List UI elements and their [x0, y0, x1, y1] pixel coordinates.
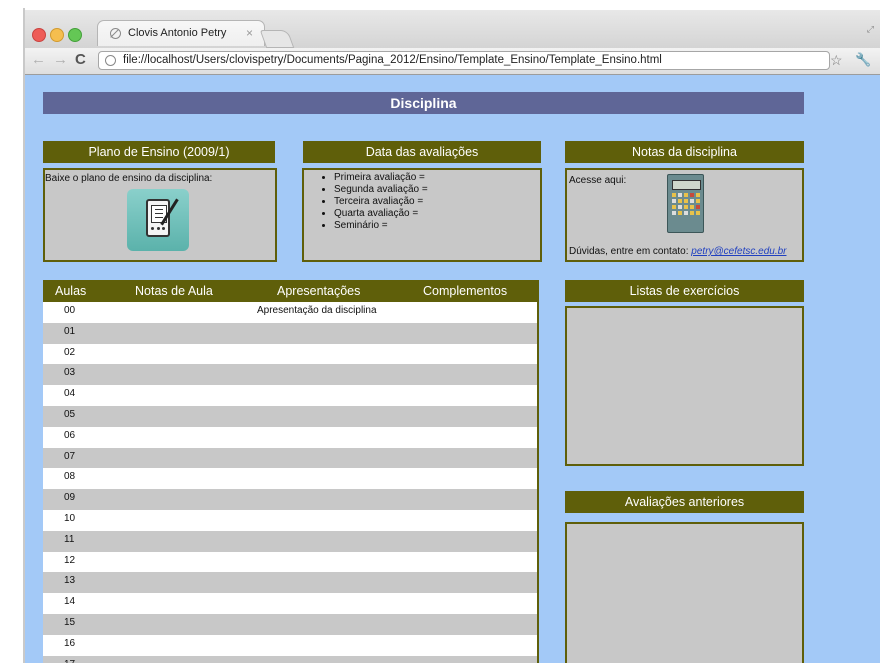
table-row: 02 — [43, 343, 537, 365]
aula-number: 17 — [64, 659, 75, 663]
listas-header: Listas de exercícios — [565, 280, 804, 302]
table-row: 14 — [43, 593, 537, 614]
notas-box: Acesse aqui: Dúvidas, entre em contato: … — [565, 168, 804, 262]
desktop-margin — [0, 0, 25, 663]
table-row: 17 — [43, 655, 537, 663]
aula-number: 13 — [64, 575, 76, 587]
aulas-table: 00 Apresentação da disciplina 01 02 03 04… — [43, 302, 539, 663]
aula-number: 14 — [64, 596, 76, 608]
aula-number: 00 — [64, 305, 76, 316]
table-row: 09 — [43, 489, 537, 510]
aula-number: 11 — [64, 533, 75, 545]
aula-number: 06 — [64, 429, 76, 441]
table-row: 16 — [43, 634, 537, 656]
aula-number: 08 — [64, 471, 76, 483]
table-row: 10 — [43, 509, 537, 531]
table-row: 08 — [43, 468, 537, 490]
minimize-window-button[interactable] — [50, 28, 64, 42]
table-row: 12 — [43, 551, 537, 573]
apresentacao-link[interactable]: Apresentação da disciplina — [257, 305, 377, 316]
address-bar[interactable]: file://localhost/Users/clovispetry/Docum… — [98, 51, 830, 70]
aula-number: 10 — [64, 512, 76, 524]
page-title: Disciplina — [43, 92, 804, 114]
calculator-icon[interactable] — [667, 174, 704, 233]
column-aulas: Aulas — [55, 284, 87, 298]
listas-box — [565, 306, 804, 466]
url-text[interactable]: file://localhost/Users/clovispetry/Docum… — [123, 54, 662, 66]
aula-number: 05 — [64, 408, 76, 420]
bookmark-star-icon[interactable]: ☆ — [830, 52, 843, 69]
table-row: 06 — [43, 426, 537, 448]
aulas-table-header: Aulas Notas de Aula Apresentações Comple… — [43, 280, 539, 302]
contact-email-link[interactable]: petry@cefetsc.edu.br — [691, 246, 786, 257]
duvidas-text: Dúvidas, entre em contato: — [569, 246, 689, 257]
column-apresentacoes: Apresentações — [277, 284, 361, 298]
avaliacoes-header: Data das avaliações — [303, 141, 541, 163]
table-row: 00 Apresentação da disciplina — [43, 302, 537, 323]
aula-number: 01 — [64, 325, 76, 337]
tab-close-icon[interactable]: × — [246, 26, 253, 40]
fullscreen-icon[interactable]: ⤢ — [867, 24, 874, 35]
aula-number: 04 — [64, 388, 76, 400]
avaliacao-item: Quarta avaliação = — [334, 208, 428, 220]
plano-header: Plano de Ensino (2009/1) — [43, 141, 275, 163]
acesse-label: Acesse aqui: — [569, 175, 627, 186]
wrench-menu-icon[interactable]: 🔧 — [855, 52, 871, 68]
notas-header: Notas da disciplina — [565, 141, 804, 163]
page-info-icon[interactable] — [105, 55, 116, 66]
duvidas-line: Dúvidas, entre em contato: petry@cefetsc… — [569, 246, 787, 257]
table-row: 13 — [43, 572, 537, 594]
browser-window: Clovis Antonio Petry × ⤢ ← → C file://lo… — [25, 10, 880, 663]
aula-number: 02 — [64, 346, 76, 358]
table-row: 11 — [43, 530, 537, 552]
new-tab-button[interactable] — [259, 30, 295, 48]
table-row: 04 — [43, 385, 537, 406]
tab-title: Clovis Antonio Petry — [128, 27, 227, 39]
avaliacoes-box: Primeira avaliação = Segunda avaliação =… — [302, 168, 542, 262]
avaliacao-item: Terceira avaliação = — [334, 196, 428, 208]
aula-number: 09 — [64, 492, 76, 504]
zoom-window-button[interactable] — [68, 28, 82, 42]
plano-text: Baixe o plano de ensino da disciplina: — [45, 173, 213, 184]
close-window-button[interactable] — [32, 28, 46, 42]
aula-number: 16 — [64, 637, 76, 649]
page-favicon-icon — [110, 28, 121, 39]
avaliacao-item: Seminário = — [334, 220, 428, 232]
aula-number: 15 — [64, 616, 76, 628]
table-row: 07 — [43, 447, 537, 469]
browser-toolbar: ← → C file://localhost/Users/clovispetry… — [25, 48, 880, 75]
table-row: 01 — [43, 322, 537, 344]
aula-number: 07 — [64, 450, 76, 462]
table-row: 15 — [43, 613, 537, 635]
tab-strip: Clovis Antonio Petry × ⤢ — [25, 10, 880, 48]
pda-download-icon[interactable] — [127, 189, 189, 251]
anteriores-box — [565, 522, 804, 663]
column-notas-de-aula: Notas de Aula — [135, 284, 213, 298]
anteriores-header: Avaliações anteriores — [565, 491, 804, 513]
aula-number: 03 — [64, 367, 76, 379]
back-button[interactable]: ← — [31, 52, 46, 68]
avaliacao-item: Segunda avaliação = — [334, 184, 428, 196]
table-row: 03 — [43, 364, 537, 386]
page-content: Disciplina Plano de Ensino (2009/1) Baix… — [25, 75, 880, 663]
column-complementos: Complementos — [423, 284, 508, 298]
reload-button[interactable]: C — [75, 52, 86, 68]
aula-number: 12 — [64, 554, 76, 566]
avaliacao-item: Primeira avaliação = — [334, 172, 428, 184]
avaliacoes-list: Primeira avaliação = Segunda avaliação =… — [314, 172, 428, 232]
browser-tab[interactable]: Clovis Antonio Petry × — [97, 20, 265, 46]
plano-box: Baixe o plano de ensino da disciplina: — [43, 168, 277, 262]
forward-button[interactable]: → — [53, 52, 68, 68]
table-row: 05 — [43, 405, 537, 427]
